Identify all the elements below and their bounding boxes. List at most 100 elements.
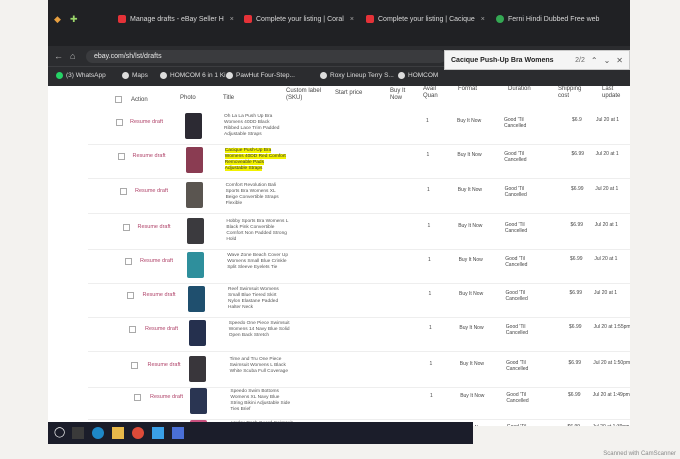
bookmark-pawhut[interactable]: PawHut Four-Step... bbox=[226, 72, 295, 79]
item-title[interactable]: Reef Swimsuit Womens Small Blue Tiered S… bbox=[228, 287, 290, 311]
edge-icon[interactable] bbox=[92, 427, 104, 439]
tab-strip-icon[interactable]: ◆ bbox=[54, 10, 68, 28]
row-checkbox[interactable] bbox=[124, 258, 132, 265]
resume-draft-link[interactable]: Resume draft bbox=[148, 362, 181, 368]
bookmark-homcom[interactable]: HOMCOM 6 in 1 Ki... bbox=[160, 72, 231, 79]
listing-format: Buy It Now bbox=[459, 361, 484, 367]
item-title[interactable]: Wave Zone Beach Cover Up Womens Small Bl… bbox=[227, 253, 289, 271]
item-title[interactable]: Oh La La Push Up Bra Womens 40DD Black R… bbox=[224, 114, 286, 138]
resume-draft-link[interactable]: Resume draft bbox=[135, 188, 168, 194]
close-icon[interactable]: × bbox=[481, 16, 485, 23]
item-photo[interactable] bbox=[187, 252, 205, 278]
col-title[interactable]: Title bbox=[223, 95, 234, 102]
item-photo[interactable] bbox=[186, 182, 204, 208]
close-icon[interactable]: × bbox=[230, 16, 234, 23]
ebay-favicon-icon bbox=[244, 15, 252, 23]
item-title[interactable]: Comfort Revolution Bali Sports Bra Women… bbox=[226, 183, 288, 207]
tab-strip-icon[interactable]: ✚ bbox=[70, 10, 84, 28]
col-shipping-cost[interactable]: Shipping cost bbox=[558, 86, 588, 100]
item-photo[interactable] bbox=[189, 356, 207, 382]
last-update: Jul 20 at 1:49pm bbox=[592, 392, 630, 398]
select-all-checkbox[interactable] bbox=[115, 96, 122, 103]
row-checkbox[interactable] bbox=[127, 292, 134, 299]
col-action: Action bbox=[131, 97, 148, 103]
task-view-icon[interactable] bbox=[72, 427, 84, 439]
bookmark-roxy[interactable]: Roxy Lineup Terry S... bbox=[320, 72, 394, 79]
bookmark-maps[interactable]: Maps bbox=[122, 72, 148, 79]
last-update: Jul 20 at 1:50pm bbox=[593, 360, 630, 366]
listing-format: Buy It Now bbox=[459, 291, 484, 297]
chevron-down-icon[interactable]: ⌄ bbox=[604, 56, 611, 65]
tab-manage-drafts[interactable]: Manage drafts - eBay Seller H × bbox=[118, 10, 240, 28]
row-checkbox[interactable] bbox=[118, 153, 126, 160]
col-buy-it-now[interactable]: Buy It Now bbox=[390, 88, 410, 102]
close-icon[interactable]: ✕ bbox=[616, 56, 623, 65]
item-title[interactable]: Speedo One Piece Swimsuit Womens 14 Navy… bbox=[229, 321, 291, 339]
col-last-update[interactable]: Last update bbox=[602, 86, 630, 100]
item-photo[interactable] bbox=[185, 113, 202, 139]
table-row: Resume draft Oh La La Push Up Bra Womens … bbox=[48, 111, 630, 145]
resume-draft-link[interactable]: Resume draft bbox=[150, 394, 183, 400]
listing-format: Buy It Now bbox=[457, 187, 482, 193]
shipping-cost: $6.99 bbox=[568, 392, 581, 398]
resume-draft-link[interactable]: Resume draft bbox=[133, 153, 166, 159]
resume-draft-link[interactable]: Resume draft bbox=[138, 224, 171, 230]
resume-draft-link[interactable]: Resume draft bbox=[140, 258, 173, 264]
listing-duration: Good 'Til Cancelled bbox=[504, 222, 528, 234]
tab-complete-listing-coral[interactable]: Complete your listing | Coral × bbox=[244, 10, 372, 28]
available-quantity: 1 bbox=[429, 361, 433, 367]
row-checkbox[interactable] bbox=[131, 362, 139, 369]
last-update: Jul 20 at 1:39pm bbox=[592, 424, 629, 426]
bookmark-whatsapp[interactable]: (3) WhatsApp bbox=[56, 72, 106, 79]
available-quantity: 1 bbox=[426, 118, 429, 124]
shipping-cost: $6.99 bbox=[570, 222, 584, 228]
back-icon[interactable]: ← bbox=[54, 50, 63, 62]
tab-ferni-hindi[interactable]: Ferni Hindi Dubbed Free web bbox=[496, 10, 624, 28]
item-photo[interactable] bbox=[188, 320, 206, 346]
item-title[interactable]: Speedo Swim Bottoms Womens XL Navy Blue … bbox=[230, 389, 292, 413]
last-update: Jul 20 at 1 bbox=[595, 151, 619, 157]
start-icon[interactable]: ◯ bbox=[54, 427, 66, 439]
item-title[interactable]: Cacique Push-Up Bra Womens 40DD Red Comf… bbox=[224, 148, 287, 172]
file-explorer-icon[interactable] bbox=[112, 427, 124, 439]
green-favicon-icon bbox=[496, 15, 504, 23]
table-row: Resume draft Hobby Sports Bra Womens L Bl… bbox=[48, 216, 630, 250]
listing-format: Buy It Now bbox=[459, 325, 484, 331]
col-start-price[interactable]: Start price bbox=[335, 90, 362, 97]
bookmark-homcom-2[interactable]: HOMCOM bbox=[398, 72, 438, 79]
item-title[interactable]: Time and Tru One Piece Swimsuit Womens L… bbox=[230, 357, 292, 375]
col-format[interactable]: Format bbox=[458, 86, 477, 93]
shipping-cost: $6.99 bbox=[569, 290, 583, 296]
resume-draft-link[interactable]: Resume draft bbox=[143, 292, 176, 298]
row-checkbox[interactable] bbox=[116, 119, 123, 126]
find-input[interactable]: Cacique Push-Up Bra Womens bbox=[451, 57, 569, 64]
resume-draft-link[interactable]: Resume draft bbox=[130, 119, 163, 125]
item-photo[interactable] bbox=[185, 147, 203, 173]
windows-taskbar: ◯ bbox=[48, 422, 473, 444]
tab-complete-listing-cacique[interactable]: Complete your listing | Cacique × bbox=[366, 10, 492, 28]
store-icon[interactable] bbox=[152, 427, 164, 439]
resume-draft-link[interactable]: Resume draft bbox=[145, 326, 178, 332]
close-icon[interactable]: × bbox=[350, 16, 354, 23]
row-checkbox[interactable] bbox=[120, 188, 128, 195]
col-custom-label[interactable]: Custom label (SKU) bbox=[286, 88, 332, 102]
last-update: Jul 20 at 1 bbox=[595, 186, 619, 192]
col-available-quantity[interactable]: Avail Quan bbox=[423, 86, 443, 100]
listing-format: Buy It Now bbox=[460, 393, 485, 399]
item-photo[interactable] bbox=[189, 388, 207, 414]
home-icon[interactable]: ⌂ bbox=[70, 50, 75, 62]
app-icon[interactable] bbox=[172, 427, 184, 439]
available-quantity: 1 bbox=[427, 187, 430, 193]
row-checkbox[interactable] bbox=[133, 394, 141, 401]
listing-duration: Good 'Til Cancelled bbox=[505, 324, 529, 336]
address-bar[interactable]: ebay.com/sh/lst/drafts bbox=[86, 50, 446, 63]
chrome-icon[interactable] bbox=[132, 427, 144, 439]
item-title[interactable]: Hobby Sports Bra Womens L Black Pink Con… bbox=[226, 219, 288, 243]
table-row: Resume draft Cacique Push-Up Bra Womens 4… bbox=[48, 145, 630, 179]
item-photo[interactable] bbox=[186, 218, 204, 244]
row-checkbox[interactable] bbox=[122, 224, 130, 231]
row-checkbox[interactable] bbox=[129, 326, 137, 333]
chevron-up-icon[interactable]: ⌃ bbox=[591, 56, 598, 65]
item-photo[interactable] bbox=[188, 286, 205, 312]
col-duration[interactable]: Duration bbox=[508, 86, 531, 93]
